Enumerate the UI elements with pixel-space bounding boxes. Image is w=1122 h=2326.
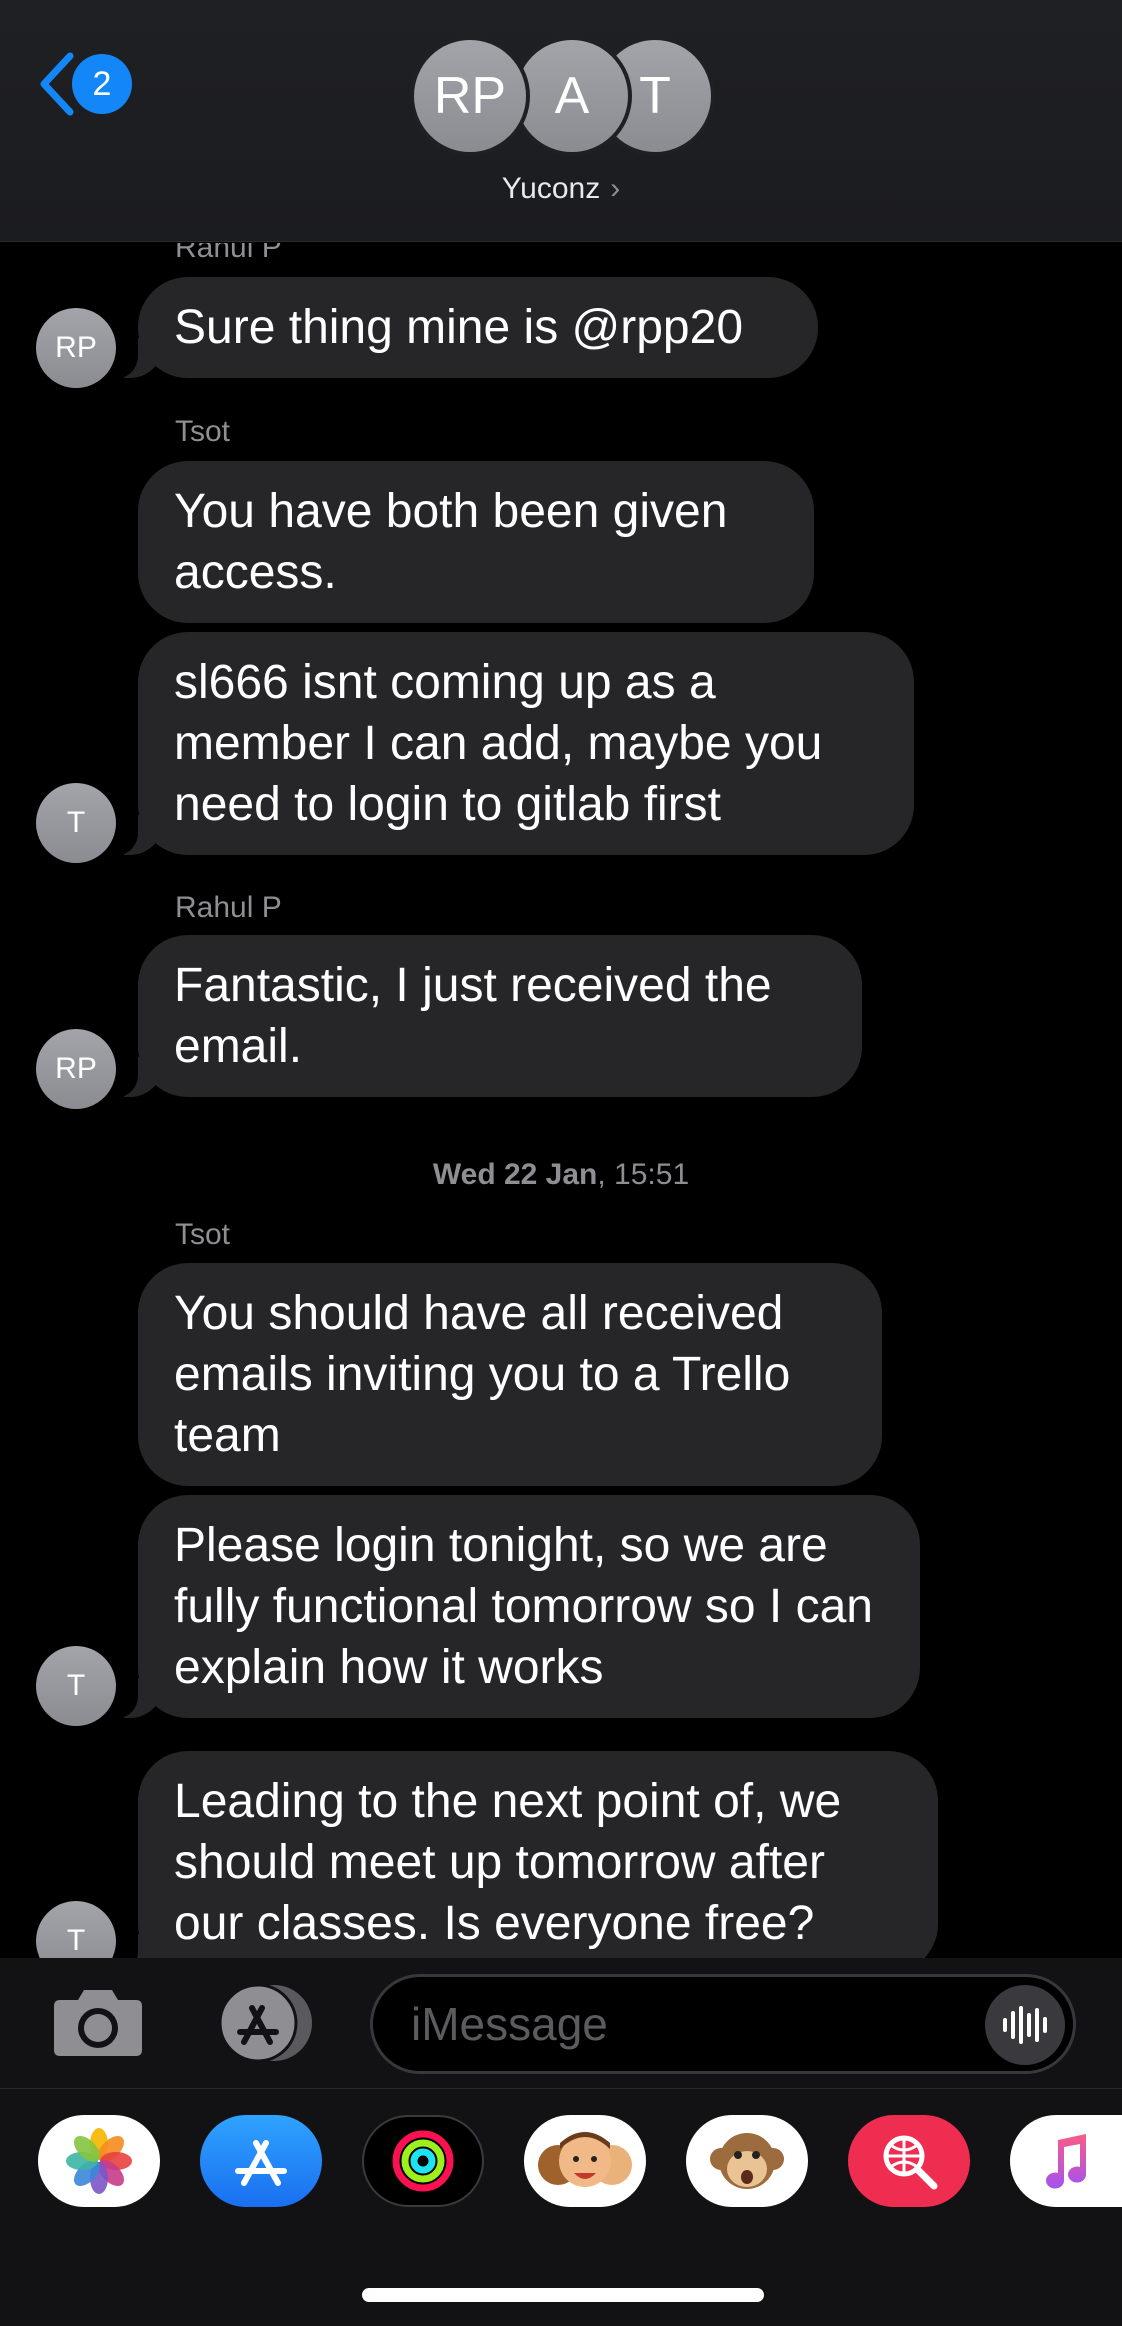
back-button[interactable]: 2 <box>36 52 132 116</box>
unread-count-badge: 2 <box>72 54 132 114</box>
activity-app[interactable] <box>362 2115 484 2207</box>
sender-name: Rahul P <box>175 891 282 924</box>
message-bubble[interactable]: Fantastic, I just received the email. <box>108 935 862 1097</box>
music-note-icon <box>1046 2134 1087 2189</box>
message-list[interactable]: Rahul P Sure thing mine is @rpp20 RP Tso… <box>0 243 1122 1958</box>
app-store-button[interactable] <box>210 1982 318 2064</box>
timestamp-time: , 15:51 <box>597 1158 690 1191</box>
photos-icon <box>66 2128 132 2194</box>
conversation-header: 2 T A RP Yuconz › <box>0 0 1122 242</box>
photos-app[interactable] <box>38 2115 160 2207</box>
app-store-icon <box>218 1983 312 2063</box>
globe-search-icon <box>883 2135 938 2190</box>
group-avatars[interactable]: T A RP <box>410 36 715 156</box>
message-text: Fantastic, I just received the email. <box>174 959 772 1073</box>
message-text: You have both been given access. <box>174 485 728 599</box>
avatar[interactable]: T <box>36 1646 116 1726</box>
message-bubble[interactable]: You should have all received emails invi… <box>138 1263 882 1486</box>
avatar: A <box>512 36 632 156</box>
avatar[interactable]: RP <box>36 308 116 388</box>
message-text: sl666 isnt coming up as a member I can a… <box>174 656 823 831</box>
sender-name: Tsot <box>175 1218 231 1251</box>
audio-record-button[interactable] <box>985 1985 1065 2065</box>
message-text: Leading to the next point of, we should … <box>174 1775 842 1950</box>
avatar[interactable]: T <box>36 1901 116 1958</box>
compose-bar <box>0 1958 1122 2088</box>
images-search-app[interactable] <box>848 2115 970 2207</box>
chevron-left-icon <box>40 52 74 116</box>
message-input[interactable] <box>411 1993 971 2055</box>
app-store-app[interactable] <box>200 2115 322 2207</box>
message-field[interactable] <box>370 1974 1076 2074</box>
message-text: Please login tonight, so we are fully fu… <box>174 1519 873 1694</box>
message-text: Sure thing mine is @rpp20 <box>174 301 744 354</box>
message-bubble[interactable]: You have both been given access. <box>138 461 814 623</box>
timestamp: Wed 22 Jan, 15:51 <box>0 1158 1122 1192</box>
timestamp-day: Wed 22 Jan <box>432 1158 598 1191</box>
message-bubble[interactable]: Leading to the next point of, we should … <box>108 1751 938 1958</box>
activity-rings-icon <box>392 2130 454 2192</box>
group-name: Yuconz <box>501 172 601 205</box>
audio-waveform-icon <box>1003 2006 1047 2044</box>
message-bubble[interactable]: sl666 isnt coming up as a member I can a… <box>108 632 914 855</box>
sender-name: Tsot <box>175 415 231 448</box>
message-text: You should have all received emails invi… <box>174 1287 791 1462</box>
animoji-app[interactable] <box>686 2115 808 2207</box>
avatar[interactable]: RP <box>36 1029 116 1109</box>
chevron-right-icon: › <box>610 172 621 205</box>
music-app[interactable] <box>1010 2115 1122 2207</box>
camera-icon <box>54 1990 142 2056</box>
message-bubble[interactable]: Please login tonight, so we are fully fu… <box>108 1495 920 1718</box>
message-bubble[interactable]: Sure thing mine is @rpp20 <box>108 277 818 378</box>
memoji-stickers-app[interactable] <box>524 2115 646 2207</box>
home-indicator[interactable] <box>362 2288 764 2302</box>
camera-button[interactable] <box>50 1988 146 2058</box>
avatar[interactable]: T <box>36 783 116 863</box>
group-name-button[interactable]: Yuconz › <box>0 172 1122 206</box>
monkey-icon <box>710 2133 784 2189</box>
sender-name: Rahul P <box>175 243 282 264</box>
memoji-icon <box>538 2132 632 2187</box>
avatar: RP <box>410 36 530 156</box>
app-store-icon <box>235 2140 287 2186</box>
